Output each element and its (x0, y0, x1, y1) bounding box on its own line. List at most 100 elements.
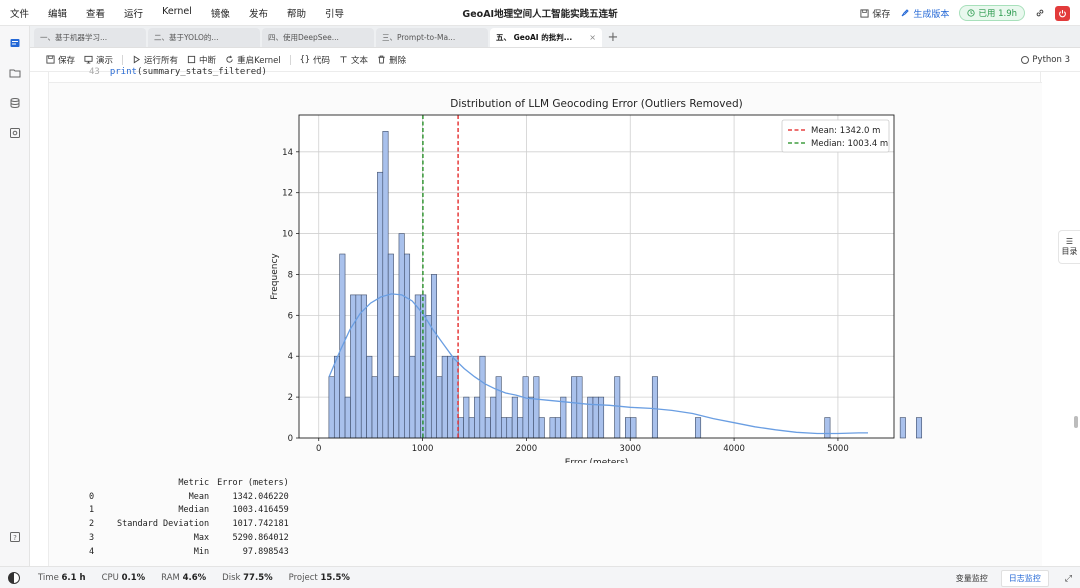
power-button[interactable] (1055, 5, 1070, 21)
help-icon[interactable]: ? (8, 530, 22, 544)
histogram-bar (495, 376, 502, 439)
text-cell-button[interactable]: 文本 (339, 54, 368, 66)
status-project: Project 15.5% (289, 573, 350, 583)
menu-image[interactable]: 镜像 (211, 6, 230, 20)
clock-icon (967, 9, 975, 17)
y-tick-label: 4 (288, 352, 293, 362)
folder-icon[interactable] (8, 66, 22, 80)
row-value: 1003.416459 (232, 505, 289, 516)
histogram-bar (695, 417, 702, 439)
histogram-bar (571, 376, 578, 439)
menu-view[interactable]: 查看 (86, 6, 105, 20)
notebook-icon[interactable] (8, 36, 22, 50)
delete-cell-button[interactable]: 删除 (377, 54, 406, 66)
histogram-bar (625, 417, 631, 439)
histogram-bar (452, 355, 459, 439)
expand-icon[interactable]: ⤢ (1065, 574, 1072, 584)
histogram-bar (533, 376, 540, 439)
histogram-bar (425, 315, 432, 439)
presentation-icon (84, 55, 93, 64)
play-icon (133, 55, 141, 64)
outline-toggle[interactable]: ☰ 目录 (1058, 230, 1080, 264)
disk-label: Disk (222, 572, 241, 583)
histogram-bar (457, 417, 464, 439)
menu-list: 文件 编辑 查看 运行 Kernel 镜像 发布 帮助 引导 (0, 6, 363, 20)
row-metric: Mean (188, 491, 210, 502)
histogram-bar (398, 233, 405, 439)
histogram-bar (404, 253, 411, 439)
code-label: 代码 (313, 55, 331, 66)
histogram-bar (371, 376, 378, 439)
variable-monitor-tab[interactable]: 变量监控 (949, 571, 995, 586)
x-axis-label: Error (meters) (565, 458, 629, 463)
histogram-bar (393, 376, 400, 439)
database-icon[interactable] (8, 96, 22, 110)
histogram-bar (630, 417, 637, 439)
histogram-bar (430, 274, 437, 439)
menu-edit[interactable]: 编辑 (48, 6, 67, 20)
theme-toggle-icon[interactable] (8, 572, 20, 584)
tab-notebook-3[interactable]: 四、使用DeepSee... (262, 28, 374, 47)
link-button[interactable] (1035, 8, 1045, 18)
row-metric: Standard Deviation (117, 519, 210, 530)
table-header-row: Metric Error (meters) (89, 476, 288, 490)
histogram-bar (899, 417, 906, 439)
status-cpu: CPU 0.1% (102, 573, 146, 583)
y-tick-label: 6 (288, 311, 293, 321)
menu-guide[interactable]: 引导 (325, 6, 344, 20)
row-value: 5290.864012 (232, 533, 289, 544)
status-bar: Time 6.1 h CPU 0.1% RAM 4.6% Disk 77.5% … (0, 566, 1080, 588)
histogram-bar (436, 376, 443, 439)
histogram-bar (554, 417, 561, 439)
histogram-bar (414, 294, 421, 439)
scrollbar-thumb[interactable] (1074, 416, 1078, 428)
generate-version-button[interactable]: 生成版本 (900, 7, 949, 20)
time-label: Time (38, 572, 59, 583)
row-index: 4 (89, 546, 95, 557)
menu-run[interactable]: 运行 (124, 6, 143, 20)
trash-icon (378, 55, 385, 64)
tab-notebook-1[interactable]: 一、基于机器学习... (34, 28, 146, 47)
code-line[interactable]: 43 print(summary_stats_filtered) (89, 67, 267, 77)
code-function: print (109, 67, 137, 77)
present-button[interactable]: 演示 (84, 54, 113, 66)
interrupt-button[interactable]: 中断 (187, 54, 216, 66)
toolbar-divider (122, 54, 124, 65)
histogram-bar (916, 417, 923, 439)
code-cell-button[interactable]: {} 代码 (300, 54, 330, 66)
tab-label: 一、基于机器学习... (40, 33, 108, 42)
tab-notebook-5[interactable]: 五、 GeoAI 的批判... × (490, 28, 602, 47)
row-index: 3 (89, 533, 95, 544)
run-all-button[interactable]: 运行所有 (132, 54, 178, 66)
code-cell[interactable]: 43 print(summary_stats_filtered) 0 1000 200… (48, 67, 1042, 566)
tab-notebook-2[interactable]: 二、基于YOLO的... (148, 28, 260, 47)
tab-label: 三、Prompt-to-Ma... (382, 33, 456, 42)
tab-label: 四、使用DeepSee... (268, 33, 339, 42)
column-header-metric: Metric (178, 477, 210, 488)
add-tab-button[interactable]: + (604, 28, 622, 47)
x-tick-label: 5000 (827, 444, 849, 454)
row-index: 0 (89, 491, 95, 502)
save-icon (860, 8, 869, 18)
row-value: 1017.742181 (232, 519, 289, 530)
log-monitor-tab[interactable]: 日志监控 (1000, 570, 1049, 587)
delete-label: 删除 (389, 55, 407, 66)
kernel-status[interactable]: Python 3 (1021, 55, 1070, 65)
legend-label: Median: 1003.4 m (811, 139, 888, 149)
menu-publish[interactable]: 发布 (249, 6, 268, 20)
save-button[interactable]: 保存 (46, 54, 75, 66)
restart-kernel-button[interactable]: 重启Kernel (225, 54, 281, 66)
top-save-button[interactable]: 保存 (860, 7, 890, 20)
list-icon: ☰ (1065, 237, 1074, 246)
link-icon (1036, 9, 1044, 17)
histogram-bar (350, 294, 357, 439)
histogram-bar (560, 396, 567, 439)
image-settings-icon[interactable] (8, 126, 22, 140)
close-icon[interactable]: × (589, 33, 596, 42)
tab-label: 五、 GeoAI 的批判... (496, 33, 573, 42)
menu-file[interactable]: 文件 (10, 6, 29, 20)
menu-help[interactable]: 帮助 (287, 6, 306, 20)
tab-notebook-4[interactable]: 三、Prompt-to-Ma... (376, 28, 488, 47)
chart-title: Distribution of LLM Geocoding Error (Out… (450, 98, 742, 110)
menu-kernel[interactable]: Kernel (162, 6, 192, 20)
